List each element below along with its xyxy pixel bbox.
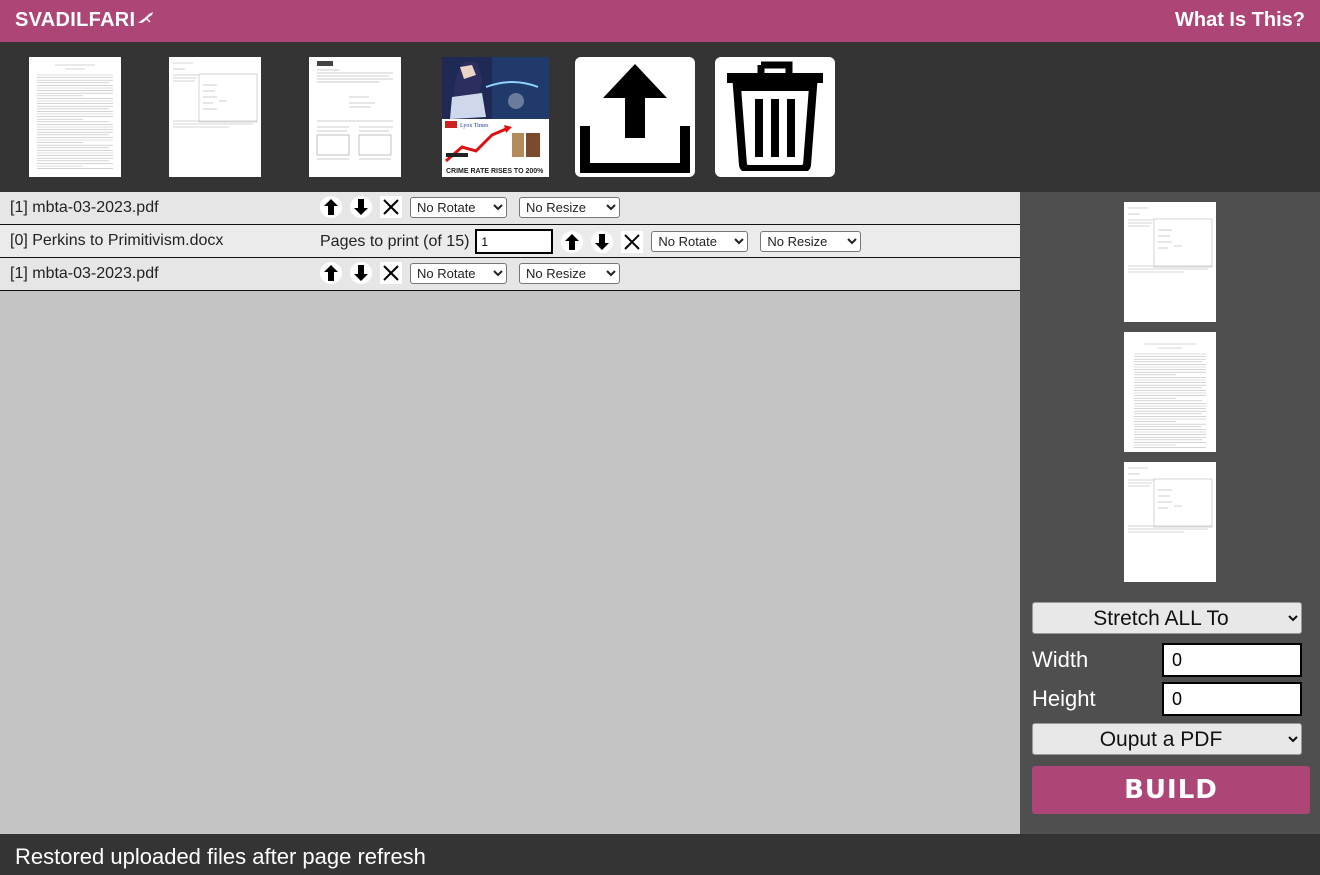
close-icon [380, 262, 402, 284]
move-up-button[interactable] [320, 262, 342, 284]
app-header: SVADILFARI What Is This? [0, 0, 1320, 42]
horse-icon [137, 9, 155, 32]
move-up-button[interactable] [561, 230, 584, 253]
pages-to-print-label: Pages to print (of 15) [320, 232, 470, 250]
move-down-button[interactable] [591, 230, 614, 253]
rotate-select[interactable]: No Rotate [410, 262, 507, 284]
brand-name: SVADILFARI [15, 9, 136, 31]
uploaded-files-strip: Lyox Times CRIME RATE RISES TO 200% [0, 42, 1320, 192]
width-label: Width [1032, 647, 1089, 672]
output-format-select[interactable]: Ouput a PDF [1032, 723, 1302, 755]
rotate-select[interactable]: No Rotate [410, 196, 507, 218]
trash-icon [723, 59, 827, 176]
resize-select[interactable]: No Resize [760, 231, 862, 252]
height-label: Height [1032, 686, 1096, 711]
app-brand: SVADILFARI [15, 9, 155, 32]
build-button[interactable]: BUILD [1032, 766, 1310, 814]
job-row: [1] mbta-03-2023.pdf No Rotate No Resize [0, 258, 1020, 291]
arrow-down-icon [350, 262, 372, 284]
width-input[interactable] [1162, 643, 1302, 677]
image-caption-top: Lyox Times [460, 123, 489, 129]
arrow-up-icon [561, 230, 584, 253]
report-page-thumbnail[interactable] [309, 57, 401, 177]
job-row: [1] mbta-03-2023.pdf No Rotate No Resize [0, 192, 1020, 225]
height-input[interactable] [1162, 682, 1302, 716]
job-row: [0] Perkins to Primitivism.docx Pages to… [0, 225, 1020, 258]
resize-select[interactable]: No Resize [519, 262, 620, 284]
preview-page-thumbnail [1124, 202, 1216, 322]
clear-all-button[interactable] [715, 57, 835, 177]
job-file-name: [1] mbta-03-2023.pdf [10, 199, 159, 216]
document-page-thumbnail[interactable] [29, 57, 121, 177]
arrow-down-icon [591, 230, 614, 253]
arrow-down-icon [350, 196, 372, 218]
status-message: Restored uploaded files after page refre… [15, 844, 426, 869]
image-caption-bottom: CRIME RATE RISES TO 200% [446, 168, 544, 175]
job-file-name: [1] mbta-03-2023.pdf [10, 265, 159, 282]
arrow-up-icon [320, 196, 342, 218]
what-is-this-link[interactable]: What Is This? [1175, 9, 1305, 32]
status-bar: Restored uploaded files after page refre… [0, 834, 1320, 875]
remove-job-button[interactable] [380, 196, 402, 218]
pages-to-print-input[interactable] [475, 229, 554, 254]
form-page-thumbnail[interactable] [169, 57, 261, 177]
preview-page-thumbnail [1124, 462, 1216, 582]
move-down-button[interactable] [350, 196, 372, 218]
remove-job-button[interactable] [380, 262, 402, 284]
upload-button[interactable] [575, 57, 695, 177]
preview-page-thumbnail [1124, 332, 1216, 452]
close-icon [621, 230, 644, 253]
rotate-select[interactable]: No Rotate [651, 231, 749, 252]
build-sidebar: Stretch ALL To Width Height Ouput a PDF … [1020, 192, 1320, 834]
move-up-button[interactable] [320, 196, 342, 218]
remove-job-button[interactable] [621, 230, 644, 253]
job-list: [1] mbta-03-2023.pdf No Rotate No Resize… [0, 192, 1020, 291]
job-file-name: [0] Perkins to Primitivism.docx [10, 232, 224, 249]
stretch-select[interactable]: Stretch ALL To [1032, 602, 1302, 634]
move-down-button[interactable] [350, 262, 372, 284]
upload-icon [579, 56, 691, 179]
arrow-up-icon [320, 262, 342, 284]
resize-select[interactable]: No Resize [519, 196, 620, 218]
image-thumbnail[interactable]: Lyox Times CRIME RATE RISES TO 200% [442, 57, 549, 177]
close-icon [380, 196, 402, 218]
